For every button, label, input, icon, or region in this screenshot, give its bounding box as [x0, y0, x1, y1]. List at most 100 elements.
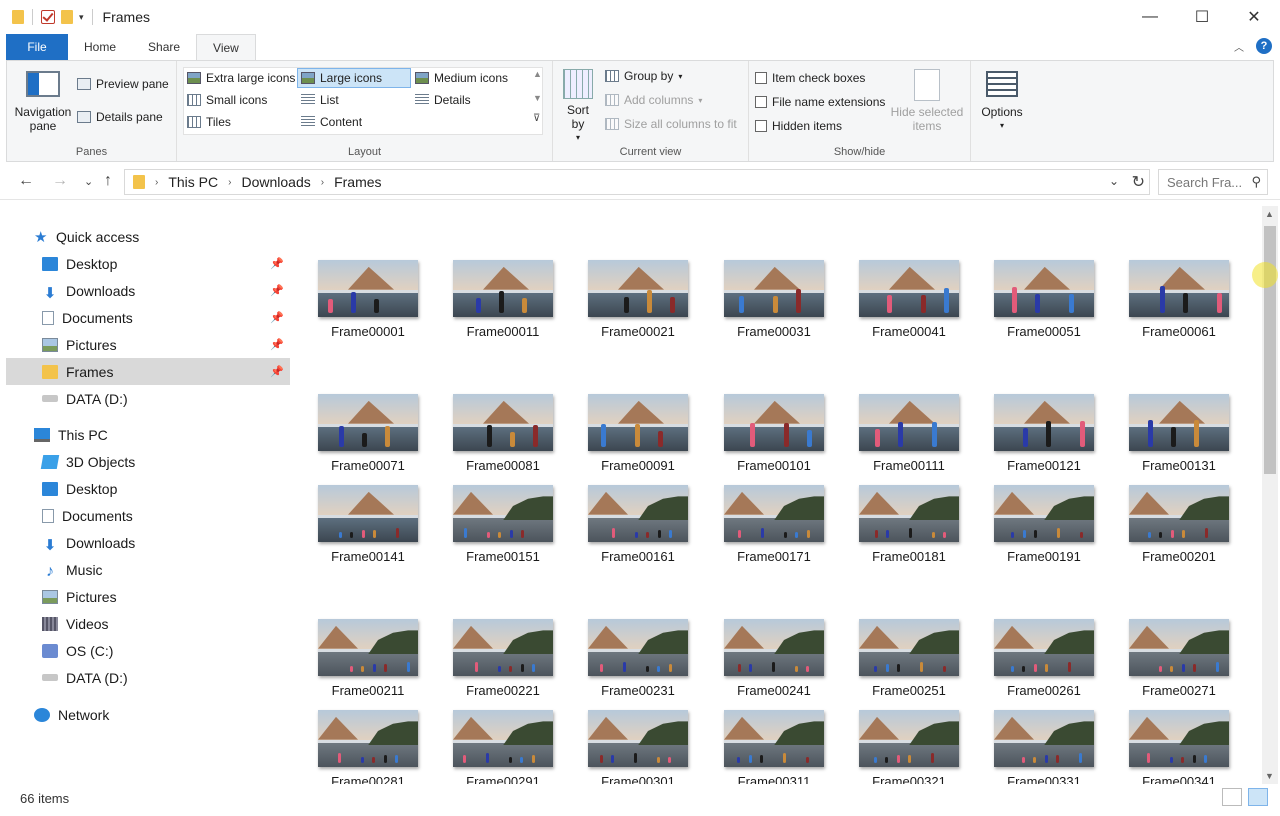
pin-icon[interactable]: 📌: [270, 284, 284, 297]
file-item[interactable]: Frame00181: [851, 485, 961, 573]
file-item[interactable]: Frame00091: [580, 394, 690, 482]
extra-large-icons-option[interactable]: Extra large icons: [187, 71, 295, 85]
file-item[interactable]: Frame00281: [310, 710, 420, 784]
file-item[interactable]: Frame00121: [986, 394, 1096, 482]
pin-icon[interactable]: 📌: [270, 257, 284, 270]
file-item[interactable]: Frame00081: [445, 394, 555, 482]
file-item[interactable]: Frame00311: [716, 710, 826, 784]
file-item[interactable]: Frame00291: [445, 710, 555, 784]
file-name-extensions-checkbox[interactable]: [755, 96, 767, 108]
file-item[interactable]: Frame00331: [986, 710, 1096, 784]
file-item[interactable]: Frame00321: [851, 710, 961, 784]
close-button[interactable]: ✕: [1228, 0, 1280, 34]
details-pane-button[interactable]: Details pane: [77, 110, 163, 124]
details-option[interactable]: Details: [415, 93, 471, 107]
minimize-button[interactable]: —: [1124, 0, 1176, 34]
content-option[interactable]: Content: [301, 115, 362, 129]
file-item[interactable]: Frame00131: [1121, 394, 1231, 482]
forward-arrow-icon[interactable]: →: [52, 172, 68, 190]
file-item[interactable]: Frame00221: [445, 619, 555, 707]
file-item[interactable]: Frame00151: [445, 485, 555, 573]
file-item[interactable]: Frame00301: [580, 710, 690, 784]
breadcrumb-this-pc[interactable]: This PC: [168, 174, 218, 190]
pin-icon[interactable]: 📌: [270, 338, 284, 351]
tab-home[interactable]: Home: [68, 34, 132, 60]
file-item[interactable]: Frame00041: [851, 260, 961, 348]
breadcrumb-separator-icon[interactable]: ›: [321, 177, 324, 188]
file-item[interactable]: Frame00161: [580, 485, 690, 573]
file-item[interactable]: Frame00271: [1121, 619, 1231, 707]
refresh-icon[interactable]: ↻: [1132, 172, 1145, 192]
scroll-down-arrow-icon[interactable]: ▼: [1265, 771, 1274, 781]
file-item[interactable]: Frame00341: [1121, 710, 1231, 784]
breadcrumb-frames[interactable]: Frames: [334, 174, 381, 190]
group-by-button[interactable]: Group by ▾: [605, 69, 682, 83]
pin-icon[interactable]: 📌: [270, 365, 284, 378]
file-name-extensions-toggle[interactable]: File name extensions: [755, 95, 885, 109]
file-item[interactable]: Frame00031: [716, 260, 826, 348]
up-arrow-icon[interactable]: ↑: [104, 172, 112, 190]
item-check-boxes-toggle[interactable]: Item check boxes: [755, 71, 865, 85]
quick-access-item[interactable]: ★ Quick access: [6, 223, 290, 250]
file-item[interactable]: Frame00101: [716, 394, 826, 482]
file-item[interactable]: Frame00211: [310, 619, 420, 707]
size-all-columns-button[interactable]: Size all columns to fit: [605, 117, 737, 131]
options-button[interactable]: Options ▾: [977, 71, 1027, 133]
maximize-button[interactable]: ☐: [1176, 0, 1228, 34]
address-bar[interactable]: › This PC › Downloads › Frames ⌄ ↻: [124, 169, 1150, 195]
file-item[interactable]: Frame00011: [445, 260, 555, 348]
sidebar-item-documents[interactable]: Documents 📌: [6, 304, 290, 331]
address-dropdown-icon[interactable]: ⌄: [1109, 174, 1119, 188]
new-folder-icon[interactable]: [61, 10, 73, 24]
navigation-pane-button[interactable]: Navigation pane: [13, 71, 73, 133]
vertical-scrollbar[interactable]: ▲ ▼: [1262, 206, 1278, 784]
sidebar-item-network[interactable]: Network: [6, 701, 290, 728]
item-check-boxes-checkbox[interactable]: [755, 72, 767, 84]
sort-by-button[interactable]: Sort by ▾: [561, 69, 595, 145]
sidebar-item-music[interactable]: ♪ Music: [6, 556, 290, 583]
file-item[interactable]: Frame00251: [851, 619, 961, 707]
small-icons-option[interactable]: Small icons: [187, 93, 267, 107]
file-item[interactable]: Frame00171: [716, 485, 826, 573]
tab-share[interactable]: Share: [132, 34, 196, 60]
hidden-items-checkbox[interactable]: [755, 120, 767, 132]
sidebar-item-data-drive[interactable]: DATA (D:): [6, 385, 290, 412]
details-view-toggle[interactable]: [1222, 788, 1242, 806]
hidden-items-toggle[interactable]: Hidden items: [755, 119, 842, 133]
file-item[interactable]: Frame00241: [716, 619, 826, 707]
pin-icon[interactable]: 📌: [270, 311, 284, 324]
file-item[interactable]: Frame00111: [851, 394, 961, 482]
tab-file[interactable]: File: [6, 34, 68, 60]
add-columns-button[interactable]: Add columns ▾: [605, 93, 702, 107]
sidebar-item-pictures[interactable]: Pictures 📌: [6, 331, 290, 358]
file-item[interactable]: Frame00191: [986, 485, 1096, 573]
breadcrumb-downloads[interactable]: Downloads: [241, 174, 310, 190]
scroll-up-icon[interactable]: ▲: [533, 69, 542, 79]
file-item[interactable]: Frame00201: [1121, 485, 1231, 573]
large-icons-option[interactable]: Large icons: [301, 71, 382, 85]
tiles-option[interactable]: Tiles: [187, 115, 231, 129]
sidebar-item-os-drive[interactable]: OS (C:): [6, 637, 290, 664]
list-option[interactable]: List: [301, 93, 339, 107]
help-icon[interactable]: ?: [1256, 38, 1272, 54]
file-item[interactable]: Frame00141: [310, 485, 420, 573]
recent-locations-icon[interactable]: ⌄: [84, 175, 93, 188]
file-item[interactable]: Frame00071: [310, 394, 420, 482]
back-arrow-icon[interactable]: ←: [18, 172, 34, 190]
medium-icons-option[interactable]: Medium icons: [415, 71, 508, 85]
sidebar-item-pictures[interactable]: Pictures: [6, 583, 290, 610]
file-item[interactable]: Frame00051: [986, 260, 1096, 348]
more-layouts-icon[interactable]: ⊽: [533, 113, 540, 124]
sidebar-item-downloads[interactable]: ⬇ Downloads 📌: [6, 277, 290, 304]
tab-view[interactable]: View: [196, 34, 256, 60]
breadcrumb-separator-icon[interactable]: ›: [228, 177, 231, 188]
scroll-up-arrow-icon[interactable]: ▲: [1265, 209, 1274, 219]
sidebar-item-frames[interactable]: Frames 📌: [6, 358, 290, 385]
customize-toolbar-icon[interactable]: ▾: [79, 12, 84, 23]
sidebar-item-desktop[interactable]: Desktop: [6, 475, 290, 502]
search-input[interactable]: Search Fra... ⚲: [1158, 169, 1268, 195]
hide-selected-items-button[interactable]: Hide selected items: [887, 69, 967, 133]
sidebar-item-3d-objects[interactable]: 3D Objects: [6, 448, 290, 475]
sidebar-item-data-drive[interactable]: DATA (D:): [6, 664, 290, 691]
preview-pane-button[interactable]: Preview pane: [77, 77, 169, 91]
